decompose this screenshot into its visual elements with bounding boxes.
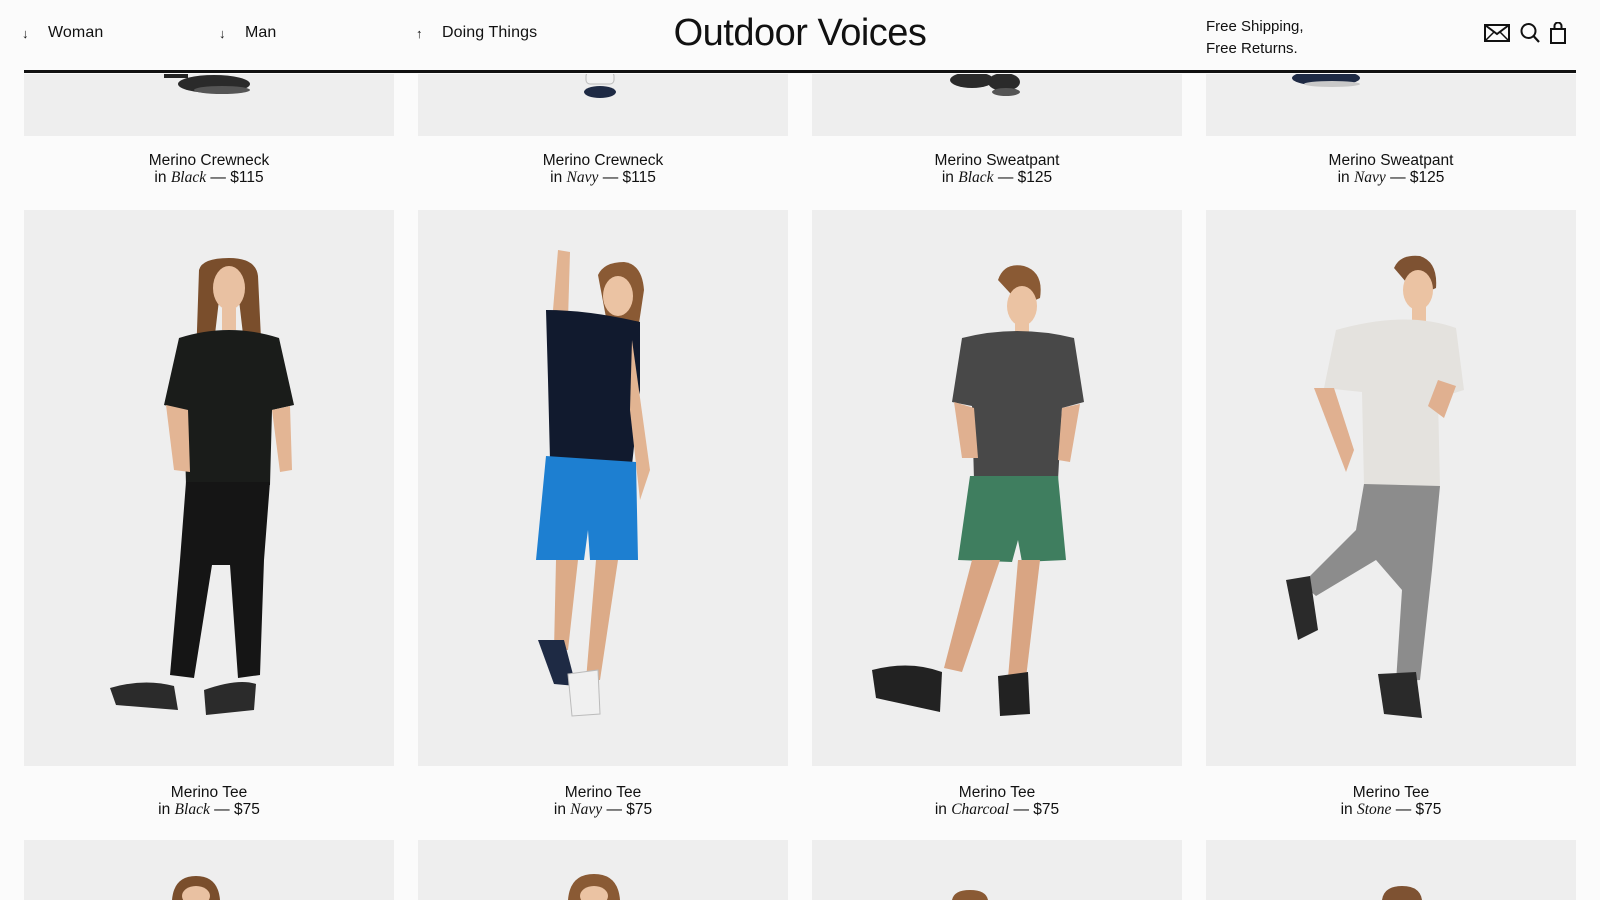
- product-photo[interactable]: [1206, 840, 1576, 900]
- model-image: [1286, 255, 1464, 718]
- product-caption[interactable]: Merino Sweatpant in Black — $125: [812, 152, 1182, 186]
- nav-woman[interactable]: ↓ Woman: [22, 24, 103, 42]
- in-label: in: [1340, 801, 1353, 818]
- product-color: Navy: [570, 801, 603, 818]
- product-caption[interactable]: Merino Tee in Navy — $75: [418, 784, 788, 818]
- product-price: — $75: [1013, 801, 1060, 818]
- product-name: Merino Crewneck: [148, 152, 270, 169]
- product-photo[interactable]: [418, 210, 788, 766]
- product-price: — $115: [602, 169, 656, 186]
- product-name: Merino Crewneck: [542, 152, 664, 169]
- product-meta: in Navy — $125: [1206, 169, 1576, 186]
- product-photo[interactable]: [418, 840, 788, 900]
- product-photo[interactable]: [1206, 210, 1576, 766]
- brand-logo[interactable]: Outdoor Voices: [620, 12, 980, 55]
- product-caption[interactable]: Merino Crewneck in Navy — $115: [418, 152, 788, 186]
- product-name: Merino Tee: [958, 784, 1036, 801]
- product-photo[interactable]: [812, 840, 1182, 900]
- model-image: [872, 265, 1084, 716]
- header-divider: [24, 70, 1576, 73]
- sneaker-image: [1292, 72, 1360, 87]
- site-header: ↓ Woman ↓ Man ↑ Doing Things Outdoor Voi…: [0, 0, 1600, 74]
- product-price: — $75: [606, 801, 653, 818]
- product-color: Black: [958, 169, 994, 186]
- model-image: [172, 876, 220, 900]
- product-meta: in Navy — $115: [418, 169, 788, 186]
- in-label: in: [553, 801, 566, 818]
- product-photo[interactable]: [418, 72, 788, 136]
- model-image: [536, 250, 650, 717]
- sneaker-image: [584, 72, 616, 98]
- product-color: Charcoal: [951, 801, 1010, 818]
- product-name: Merino Sweatpant: [1328, 152, 1454, 169]
- product-caption[interactable]: Merino Tee in Charcoal — $75: [812, 784, 1182, 818]
- product-caption[interactable]: Merino Sweatpant in Navy — $125: [1206, 152, 1576, 186]
- product-meta: in Navy — $75: [418, 801, 788, 818]
- product-color: Black: [174, 801, 210, 818]
- nav-man[interactable]: ↓ Man: [219, 24, 276, 42]
- arrow-down-icon: ↓: [22, 25, 29, 41]
- product-photo[interactable]: [1206, 72, 1576, 136]
- model-image: [1382, 886, 1422, 900]
- product-caption[interactable]: Merino Tee in Stone — $75: [1206, 784, 1576, 818]
- product-name: Merino Sweatpant: [934, 152, 1060, 169]
- product-photo[interactable]: [812, 210, 1182, 766]
- in-label: in: [934, 801, 947, 818]
- product-meta: in Black — $115: [24, 169, 394, 186]
- in-label: in: [1337, 169, 1350, 186]
- nav-man-label: Man: [245, 24, 277, 41]
- product-color: Navy: [1353, 169, 1386, 186]
- product-name: Merino Tee: [1352, 784, 1430, 801]
- product-meta: in Charcoal — $75: [812, 801, 1182, 818]
- product-price: — $75: [1395, 801, 1442, 818]
- product-meta: in Stone — $75: [1206, 801, 1576, 818]
- product-caption[interactable]: Merino Crewneck in Black — $115: [24, 152, 394, 186]
- nav-doing-things[interactable]: ↑ Doing Things: [416, 24, 537, 42]
- product-price: — $75: [214, 801, 260, 818]
- in-label: in: [154, 169, 167, 186]
- model-image: [110, 258, 294, 715]
- shipping-line-1: Free Shipping,: [1206, 18, 1304, 35]
- shipping-notice: Free Shipping, Free Returns.: [1206, 16, 1304, 60]
- product-photo[interactable]: [812, 72, 1182, 136]
- sneaker-image: [164, 72, 250, 94]
- product-caption[interactable]: Merino Tee in Black — $75: [24, 784, 394, 818]
- product-color: Navy: [566, 169, 599, 186]
- in-label: in: [941, 169, 954, 186]
- header-icons: [1484, 22, 1566, 44]
- model-image: [952, 890, 988, 900]
- product-listing-page: ↓ Woman ↓ Man ↑ Doing Things Outdoor Voi…: [0, 0, 1600, 900]
- arrow-up-icon: ↑: [416, 25, 423, 41]
- sneaker-image: [950, 72, 1020, 96]
- shipping-line-2: Free Returns.: [1206, 40, 1298, 57]
- product-photo[interactable]: [24, 72, 394, 136]
- nav-doing-things-label: Doing Things: [442, 24, 538, 41]
- mail-icon[interactable]: [1484, 24, 1510, 42]
- product-meta: in Black — $125: [812, 169, 1182, 186]
- nav-woman-label: Woman: [48, 24, 104, 41]
- product-color: Stone: [1356, 801, 1392, 818]
- model-image: [568, 874, 620, 900]
- product-price: — $125: [1390, 169, 1445, 186]
- product-color: Black: [170, 169, 207, 186]
- product-price: — $115: [210, 169, 264, 186]
- search-icon[interactable]: [1520, 22, 1540, 44]
- product-photo[interactable]: [24, 210, 394, 766]
- in-label: in: [550, 169, 563, 186]
- product-meta: in Black — $75: [24, 801, 394, 818]
- product-name: Merino Tee: [564, 784, 642, 801]
- shopping-bag-icon[interactable]: [1550, 22, 1566, 44]
- product-price: — $125: [997, 169, 1053, 186]
- arrow-down-icon: ↓: [219, 25, 226, 41]
- product-photo[interactable]: [24, 840, 394, 900]
- in-label: in: [158, 801, 171, 818]
- product-name: Merino Tee: [170, 784, 248, 801]
